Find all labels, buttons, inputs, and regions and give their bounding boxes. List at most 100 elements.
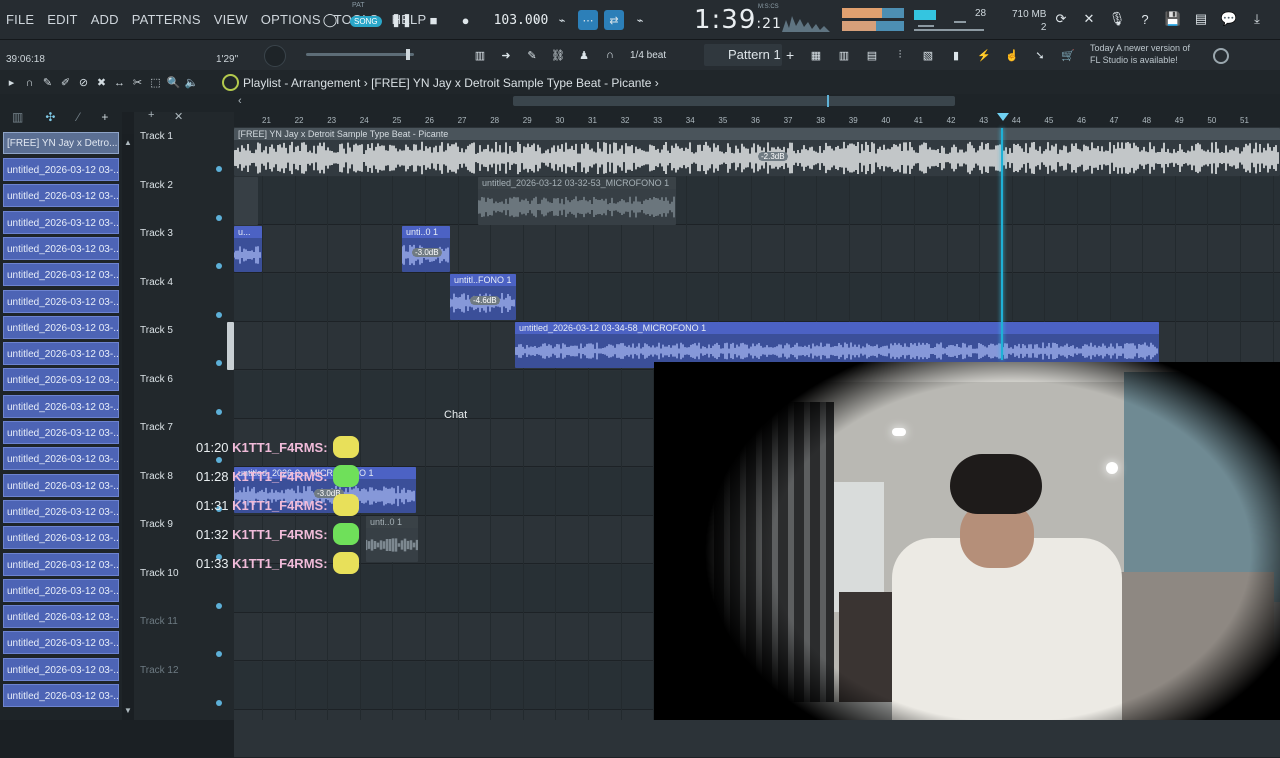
menu-arrow-icon[interactable]: ▸ [4, 75, 19, 90]
master-pitch-knob[interactable] [264, 45, 286, 67]
slice-icon[interactable]: ✂ [130, 75, 145, 90]
track-name[interactable]: Track 8 [140, 471, 173, 482]
pencil-icon[interactable]: ✎ [522, 45, 542, 65]
scroll-left-icon[interactable]: ‹ [238, 95, 242, 107]
delete-icon[interactable]: ⊘ [76, 75, 91, 90]
track-lane[interactable] [234, 225, 1280, 273]
clip-track9[interactable]: unti..0 1 [366, 516, 418, 562]
picker-clip-item[interactable]: untitled_2026-03-12 03-... [3, 236, 119, 260]
track-name[interactable]: Track 11 [140, 616, 178, 627]
picker-clip-item[interactable]: untitled_2026-03-12 03-... [3, 631, 119, 655]
magnet-snap-icon[interactable]: ∩ [22, 75, 37, 90]
picker-clip-item[interactable]: untitled_2026-03-12 03-... [3, 605, 119, 629]
playhead-marker[interactable] [997, 113, 1009, 121]
globe-icon[interactable] [1213, 48, 1229, 64]
clip-track4[interactable]: untitl..FONO 1 -4.6dB [450, 274, 516, 320]
menu-patterns[interactable]: PATTERNS [132, 12, 201, 27]
picker-clip-item[interactable]: untitled_2026-03-12 03-... [3, 210, 119, 234]
clip-track3b[interactable]: unti..0 1 -3.0dB [402, 226, 450, 272]
arrow-icon[interactable]: ➘ [1030, 45, 1050, 65]
track-enable-dot[interactable] [216, 263, 222, 269]
menu-add[interactable]: ADD [91, 12, 119, 27]
slip-icon[interactable]: ↔ [112, 75, 127, 90]
picker-clip-item[interactable]: untitled_2026-03-12 03-... [3, 421, 119, 444]
microphone-icon[interactable]: 🎙 [1108, 10, 1126, 28]
picker-clip-item[interactable]: untitled_2026-03-12 03-... [3, 368, 119, 392]
select-icon[interactable]: ⬚ [148, 75, 163, 90]
stop-button[interactable]: ■ [422, 8, 446, 32]
track-enable-dot[interactable] [216, 602, 222, 609]
snap-selector[interactable]: 1/4 beat [630, 50, 666, 61]
mixer-window-icon[interactable]: ⫶ [890, 45, 910, 65]
loop-record-icon[interactable]: ⇄ [604, 10, 624, 30]
draw-icon[interactable]: ✎ [40, 75, 55, 90]
download-icon[interactable]: ⤓ [1248, 10, 1266, 28]
track-enable-dot[interactable] [216, 699, 222, 706]
clip-track2-small[interactable] [234, 177, 258, 225]
pat-song-toggle[interactable]: PAT SONG [350, 2, 382, 29]
picker-clip-item[interactable]: untitled_2026-03-12 03-... [3, 657, 119, 681]
picker-clip-item[interactable]: untitled_2026-03-12 03-... [3, 394, 119, 418]
picker-clip-icon[interactable]: ▥ [12, 110, 23, 124]
picker-clip-item[interactable]: untitled_2026-03-12 03-... [3, 552, 119, 576]
scroll-up-icon[interactable]: ▲ [124, 138, 132, 147]
picker-add-icon[interactable]: + [101, 110, 108, 124]
picker-clip-item[interactable]: untitled_2026-03-12 03-... [3, 263, 119, 287]
track-name[interactable]: Track 9 [140, 519, 173, 530]
zoom-icon[interactable]: 🔍 [166, 75, 181, 90]
track-enable-dot[interactable] [216, 214, 222, 221]
plugin-icon[interactable]: ⚡ [974, 45, 994, 65]
menu-file[interactable]: FILE [6, 12, 34, 27]
track-enable-dot[interactable] [216, 408, 222, 415]
pattern-selector[interactable]: Pattern 1 [704, 44, 782, 66]
playlist-window-icon[interactable]: ▦ [806, 45, 826, 65]
menu-edit[interactable]: EDIT [47, 12, 77, 27]
picker-clip-item[interactable]: untitled_2026-03-12 03-... [3, 473, 119, 497]
track-name[interactable]: Track 6 [140, 374, 173, 385]
paint-icon[interactable]: ✐ [58, 75, 73, 90]
playback-icon[interactable]: 🔈 [184, 75, 199, 90]
track-name[interactable]: Track 3 [140, 228, 173, 239]
chat-icon[interactable]: 💬 [1220, 10, 1238, 28]
update-news[interactable]: Today A newer version of FL Studio is av… [1090, 42, 1190, 66]
countdown-icon[interactable]: ⋯ [578, 10, 598, 30]
cart-icon[interactable]: 🛒 [1058, 45, 1078, 65]
x-close-icon[interactable]: ✕ [174, 110, 183, 123]
mute-icon[interactable]: ✖ [94, 75, 109, 90]
help-icon[interactable]: ? [1136, 10, 1154, 28]
save-icon[interactable]: 💾 [1164, 10, 1182, 28]
piano-roll-icon[interactable]: ▤ [862, 45, 882, 65]
horizontal-scrollbar[interactable] [513, 96, 955, 106]
browser-icon[interactable]: ▧ [918, 45, 938, 65]
track-enable-dot[interactable] [216, 651, 222, 657]
add-pattern-button[interactable]: + [786, 47, 794, 63]
metronome-icon[interactable]: ♪ [526, 10, 546, 30]
record-button[interactable]: ● [454, 8, 478, 32]
picker-clip-item[interactable]: untitled_2026-03-12 03-... [3, 578, 119, 602]
piano-icon[interactable]: ▥ [470, 45, 490, 65]
step-edit-icon[interactable]: ⌁ [630, 10, 650, 30]
magnet-icon[interactable]: ∩ [600, 45, 620, 65]
clip-track2[interactable]: untitled_2026-03-12 03-32-53_MICROFONO 1 [478, 177, 676, 225]
track-volume-strip[interactable] [227, 322, 234, 370]
add-track-icon[interactable]: + [148, 109, 154, 121]
track-name[interactable]: Track 4 [140, 277, 173, 288]
clip-beat[interactable]: [FREE] YN Jay x Detroit Sample Type Beat… [234, 128, 1280, 176]
picker-slash-icon[interactable]: ⁄ [77, 110, 79, 124]
track-name[interactable]: Track 5 [140, 325, 173, 336]
channel-rack-icon[interactable]: ▥ [834, 45, 854, 65]
track-name[interactable]: Track 1 [140, 131, 173, 142]
refresh-icon[interactable]: ⟳ [1052, 10, 1070, 28]
picker-clip-item[interactable]: untitled_2026-03-12 03-... [3, 289, 119, 313]
track-name[interactable]: Track 7 [140, 422, 173, 433]
picker-clip-item[interactable]: untitled_2026-03-12 03-... [3, 447, 119, 471]
pause-button[interactable]: ❚❚ [390, 8, 414, 32]
timeline-ruler[interactable]: 21 22 23 24 25 26 27 28 29 30 31 32 33 34 35 36 37 38 39 40… [234, 112, 1280, 128]
track-enable-dot[interactable] [216, 360, 222, 366]
picker-clip-item[interactable]: untitled_2026-03-12 03-... [3, 158, 119, 181]
menu-options[interactable]: OPTIONS [261, 12, 321, 27]
menu-view[interactable]: VIEW [214, 12, 248, 27]
wait-input-icon[interactable]: ⌁ [552, 10, 572, 30]
track-name[interactable]: Track 2 [140, 180, 173, 191]
touch-icon[interactable]: ☝ [1002, 45, 1022, 65]
